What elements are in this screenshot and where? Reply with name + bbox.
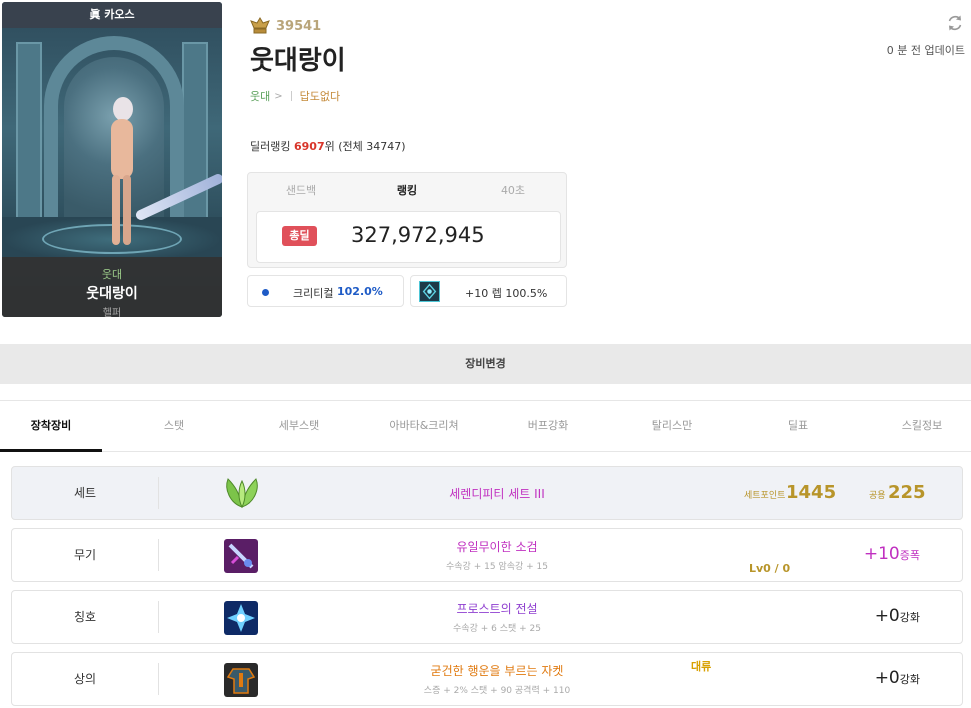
item-name[interactable]: 프로스트의 전설 (312, 600, 682, 617)
damage-score-panel: 샌드백 랭킹 40초 총딜 327,972,945 (247, 172, 567, 268)
tab-skill-info[interactable]: 스킬정보 (872, 401, 971, 452)
slot-label: 무기 (73, 548, 97, 562)
critical-label: 크리티컬 (293, 287, 334, 300)
card-guild: 웃대 (101, 268, 123, 281)
character-name: 웃대랑이 (250, 46, 346, 76)
fame-row: 39541 (250, 16, 321, 36)
set-point-value: 1445 (786, 482, 837, 503)
slot-label: 상의 (73, 672, 97, 686)
guild-row: 웃대 > 답도없다 (250, 88, 340, 104)
tab-buff-enhance[interactable]: 버프강화 (498, 401, 598, 452)
item-options: 수속강 + 6 스탯 + 25 (453, 624, 541, 634)
equipment-row-weapon[interactable]: 무기 유일무이한 소검 수속강 + 15 암속강 + 15 Lv0 / 0 +1… (11, 528, 963, 582)
ranking-value: 6907 (293, 140, 325, 153)
frost-title-icon[interactable] (224, 601, 258, 635)
tab-damage-table[interactable]: 딜표 (748, 401, 848, 452)
set-name[interactable]: 세렌디피티 세트 III (312, 485, 682, 502)
dagger-icon[interactable] (224, 539, 258, 573)
row-divider (158, 539, 159, 571)
item-tag: 대류 (691, 660, 712, 673)
enhance-number: +0 (874, 606, 900, 626)
set-row[interactable]: 세트 세렌디피티 세트 III 세트포인트 1445 공용 225 (11, 466, 963, 520)
score-tab-sandbag[interactable]: 샌드백 (248, 173, 354, 209)
refresh-icon[interactable] (946, 14, 964, 32)
guild-divider (290, 91, 292, 101)
profile-section: 眞 카오스 웃대 웃대랑이 헬퍼 39541 웃대랑이 웃대 > 답도없다 0 … (0, 0, 971, 328)
score-tabs: 샌드백 랭킹 40초 (248, 173, 566, 209)
chevron-right-icon: > (274, 90, 283, 102)
equipment-row-top[interactable]: 상의 굳건한 행운을 부르는 자켓 대류 스증 + 2% 스탯 + 90 공격력… (11, 652, 963, 706)
card-caption: 웃대 웃대랑이 헬퍼 (2, 257, 222, 317)
slot-label: 칭호 (73, 610, 97, 624)
adventure-link[interactable]: 답도없다 (300, 88, 340, 104)
set-point-label: 세트포인트 (744, 491, 786, 501)
score-tab-40sec[interactable]: 40초 (460, 173, 566, 209)
item-options: 스증 + 2% 스탯 + 90 공격력 + 110 (423, 686, 571, 696)
tab-detail-stats[interactable]: 세부스탯 (249, 401, 349, 452)
detail-tabs: 장착장비 스탯 세부스탯 아바타&크리쳐 버프강화 탈리스만 딜표 스킬정보 (0, 400, 971, 452)
jacket-icon[interactable] (224, 663, 258, 697)
enhance-value: +0강화 (875, 668, 920, 688)
row-divider (158, 663, 159, 695)
row-divider (158, 477, 159, 509)
card-job: 헬퍼 (102, 308, 122, 317)
equipment-row-title[interactable]: 칭호 프로스트의 전설 수속강 + 6 스탯 + 25 +0강화 (11, 590, 963, 644)
total-damage-badge: 총딜 (282, 226, 317, 246)
server-label: 眞 카오스 (2, 2, 222, 28)
fame-value: 39541 (276, 18, 322, 34)
item-name[interactable]: 굳건한 행운을 부르는 자켓 (312, 662, 682, 679)
character-image (107, 97, 137, 247)
item-options: 수속강 + 15 암속강 + 15 (446, 562, 548, 572)
update-time: 0 분 전 업데이트 (886, 44, 965, 57)
amplify-value: +10증폭 (864, 544, 920, 564)
card-pillar-left (16, 42, 42, 222)
tab-talisman[interactable]: 탈리스만 (622, 401, 722, 452)
total-damage-value: 327,972,945 (351, 223, 485, 247)
rune-stat: +10 렙 100.5% (410, 275, 567, 307)
fame-icon (250, 17, 270, 34)
rune-icon (419, 281, 440, 302)
enhance-unit: 강화 (899, 611, 920, 624)
enhance-value: +0강화 (875, 606, 920, 626)
set-label: 세트 (73, 486, 97, 500)
common-label: 공용 (869, 491, 886, 501)
critical-stat: 크리티컬 102.0% (247, 275, 404, 307)
critical-dot-icon (262, 289, 269, 296)
enhance-number: +0 (874, 668, 900, 688)
amplify-number: +10 (863, 544, 900, 564)
enhance-unit: 강화 (899, 673, 920, 686)
score-tab-ranking[interactable]: 랭킹 (354, 173, 460, 209)
set-leaf-icon (226, 478, 258, 509)
item-name[interactable]: 유일무이한 소검 (312, 538, 682, 555)
ranking-prefix: 딜러랭킹 (250, 140, 294, 153)
rune-text: +10 렙 100.5% (465, 287, 548, 300)
score-value-box: 총딜 327,972,945 (256, 211, 561, 263)
tab-equipment[interactable]: 장착장비 (0, 401, 102, 452)
equipment-change-button[interactable]: 장비변경 (0, 344, 971, 384)
card-character-name: 웃대랑이 (86, 286, 138, 302)
amplify-unit: 증폭 (899, 549, 920, 562)
row-divider (158, 601, 159, 633)
critical-value: 102.0% (337, 285, 383, 298)
common-value: 225 (888, 482, 926, 503)
item-level: Lv0 / 0 (749, 562, 791, 575)
tab-avatar-creature[interactable]: 아바타&크리쳐 (364, 401, 484, 452)
dealer-ranking: 딜러랭킹 6907위 (전체 34747) (250, 138, 406, 154)
character-card[interactable]: 眞 카오스 웃대 웃대랑이 헬퍼 (2, 2, 222, 317)
ranking-suffix: 위 (전체 34747) (324, 140, 406, 153)
guild-link[interactable]: 웃대 (250, 88, 270, 104)
tab-stats[interactable]: 스탯 (124, 401, 224, 452)
